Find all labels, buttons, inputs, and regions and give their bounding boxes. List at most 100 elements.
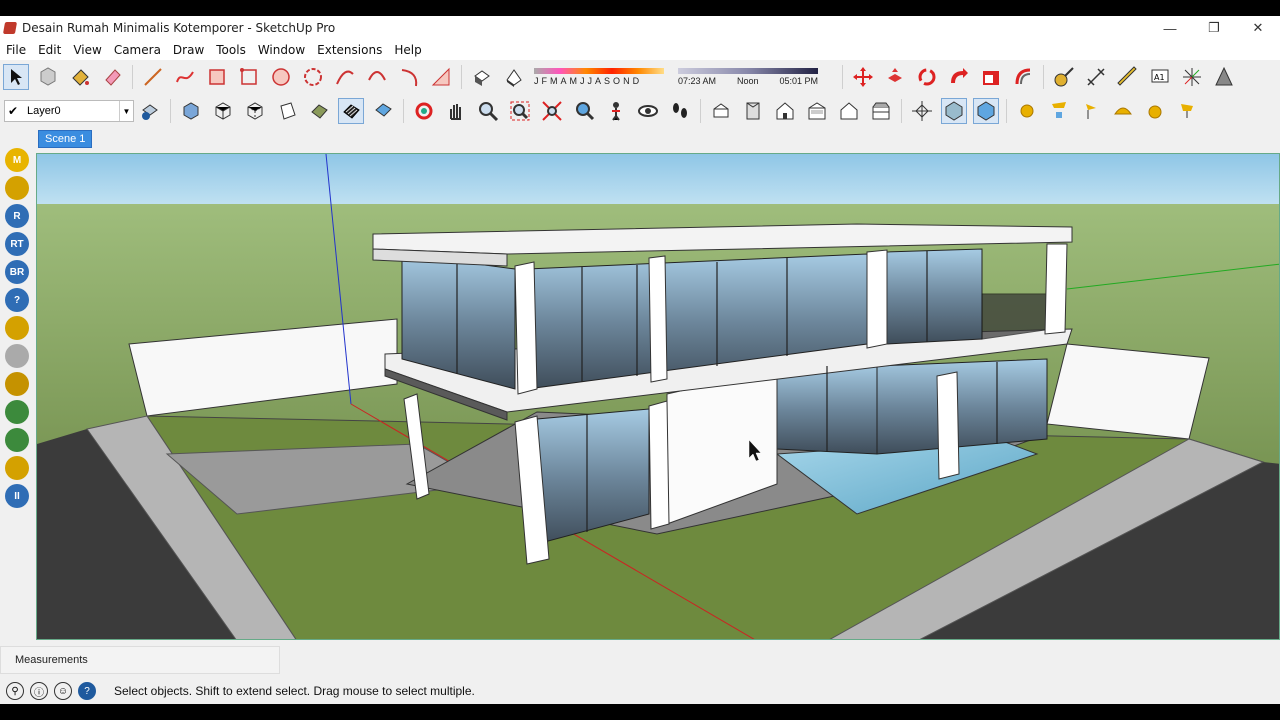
menu-help[interactable]: Help [388,43,427,57]
tag-plugin-icon[interactable] [5,176,29,200]
left-view-icon[interactable] [868,98,894,124]
polygon-tool-icon[interactable] [300,64,326,90]
hidden-line-icon[interactable] [274,98,300,124]
walk-icon[interactable] [667,98,693,124]
arc2-tool-icon[interactable] [364,64,390,90]
zoom-window-icon[interactable] [507,98,533,124]
protractor-icon[interactable] [1115,64,1141,90]
month-label: M [569,76,578,86]
monochrome-icon[interactable] [370,98,396,124]
iso-view-icon[interactable] [708,98,734,124]
arc3-tool-icon[interactable] [396,64,422,90]
shaded-textures-icon[interactable] [338,98,364,124]
eraser-icon[interactable] [99,64,125,90]
model-scene[interactable] [37,154,1280,640]
rt-plugin-icon[interactable]: RT [5,232,29,256]
front-view-icon[interactable] [772,98,798,124]
top-view-icon[interactable] [740,98,766,124]
menu-window[interactable]: Window [252,43,311,57]
wireframe-icon[interactable] [242,98,268,124]
geo-location-icon[interactable]: ⚲ [6,682,24,700]
measurements-box[interactable]: Measurements [0,646,280,674]
scene-tab[interactable]: Scene 1 [38,130,93,148]
rotated-rectangle-icon[interactable] [236,64,262,90]
move-tool-icon[interactable] [850,64,876,90]
help-plugin-icon[interactable]: ? [5,288,29,312]
axes-tool-icon[interactable] [1179,64,1205,90]
time-end-label: 05:01 PM [779,76,818,86]
section-plane-icon[interactable] [1211,64,1237,90]
tree2-plugin-icon[interactable] [5,428,29,452]
back-edges-icon[interactable] [210,98,236,124]
offset-tool-icon[interactable] [1010,64,1036,90]
target-plugin-icon[interactable] [5,456,29,480]
model-viewport[interactable] [36,153,1280,640]
pan-icon[interactable] [443,98,469,124]
menu-tools[interactable]: Tools [210,43,252,57]
column [1044,243,1068,335]
scale-tool-icon[interactable] [978,64,1004,90]
pause-plugin-icon[interactable]: II [5,484,29,508]
zoom-extents-icon[interactable] [539,98,565,124]
credits-icon[interactable]: ⓘ [30,682,48,700]
menu-view[interactable]: View [67,43,107,57]
spot-light-icon[interactable] [1046,98,1072,124]
text-tool-icon[interactable]: A1 [1147,64,1173,90]
menu-camera[interactable]: Camera [108,43,167,57]
orbit-icon[interactable] [411,98,437,124]
sphere-plugin-icon[interactable] [5,344,29,368]
component-tool-icon[interactable] [35,64,61,90]
br-plugin-icon[interactable]: BR [5,260,29,284]
freehand-tool-icon[interactable] [172,64,198,90]
rotate-tool-icon[interactable] [914,64,940,90]
look-around-icon[interactable] [635,98,661,124]
dimension-tool-icon[interactable] [1083,64,1109,90]
help-icon[interactable]: ? [78,682,96,700]
menu-extensions[interactable]: Extensions [311,43,388,57]
time-slider[interactable] [678,68,818,74]
mesh-light-icon[interactable] [1174,98,1200,124]
layer-dropdown[interactable]: ✔ Layer0 ▼ [4,100,134,122]
rectangle-tool-icon[interactable] [204,64,230,90]
push-pull-icon[interactable] [882,64,908,90]
menu-edit[interactable]: Edit [32,43,67,57]
menu-draw[interactable]: Draw [167,43,210,57]
zoom-icon[interactable] [475,98,501,124]
shaded-icon[interactable] [306,98,332,124]
xray-style-icon[interactable] [178,98,204,124]
perspective-icon[interactable] [909,98,935,124]
shadow-toggle-icon[interactable] [469,64,495,90]
select-tool-icon[interactable] [3,64,29,90]
sphere-light-icon[interactable] [1142,98,1168,124]
sun-light-icon[interactable] [1014,98,1040,124]
maximize-button[interactable]: ❐ [1192,16,1236,40]
dome-light-icon[interactable] [1110,98,1136,124]
tag2-plugin-icon[interactable] [5,316,29,340]
close-button[interactable]: ✕ [1236,16,1280,40]
arc-tool-icon[interactable] [332,64,358,90]
follow-me-icon[interactable] [946,64,972,90]
previous-view-icon[interactable] [571,98,597,124]
chevron-down-icon[interactable]: ▼ [119,101,133,121]
back-view-icon[interactable] [836,98,862,124]
right-view-icon[interactable] [804,98,830,124]
tape-measure-icon[interactable] [1051,64,1077,90]
point-light-icon[interactable] [1078,98,1104,124]
m-plugin-icon[interactable]: M [5,148,29,172]
paint-bucket-icon[interactable] [67,64,93,90]
user-icon[interactable]: ☺ [54,682,72,700]
parallel-projection-icon[interactable] [973,98,999,124]
pie-tool-icon[interactable] [428,64,454,90]
layer-manager-icon[interactable] [137,98,163,124]
fog-toggle-icon[interactable] [501,64,527,90]
circle-tool-icon[interactable] [268,64,294,90]
line-tool-icon[interactable] [140,64,166,90]
tree-plugin-icon[interactable] [5,400,29,424]
menu-file[interactable]: File [0,43,32,57]
r-plugin-icon[interactable]: R [5,204,29,228]
month-slider[interactable] [534,68,664,74]
position-camera-icon[interactable] [603,98,629,124]
wave-plugin-icon[interactable] [5,372,29,396]
two-point-icon[interactable] [941,98,967,124]
minimize-button[interactable]: — [1148,16,1192,40]
